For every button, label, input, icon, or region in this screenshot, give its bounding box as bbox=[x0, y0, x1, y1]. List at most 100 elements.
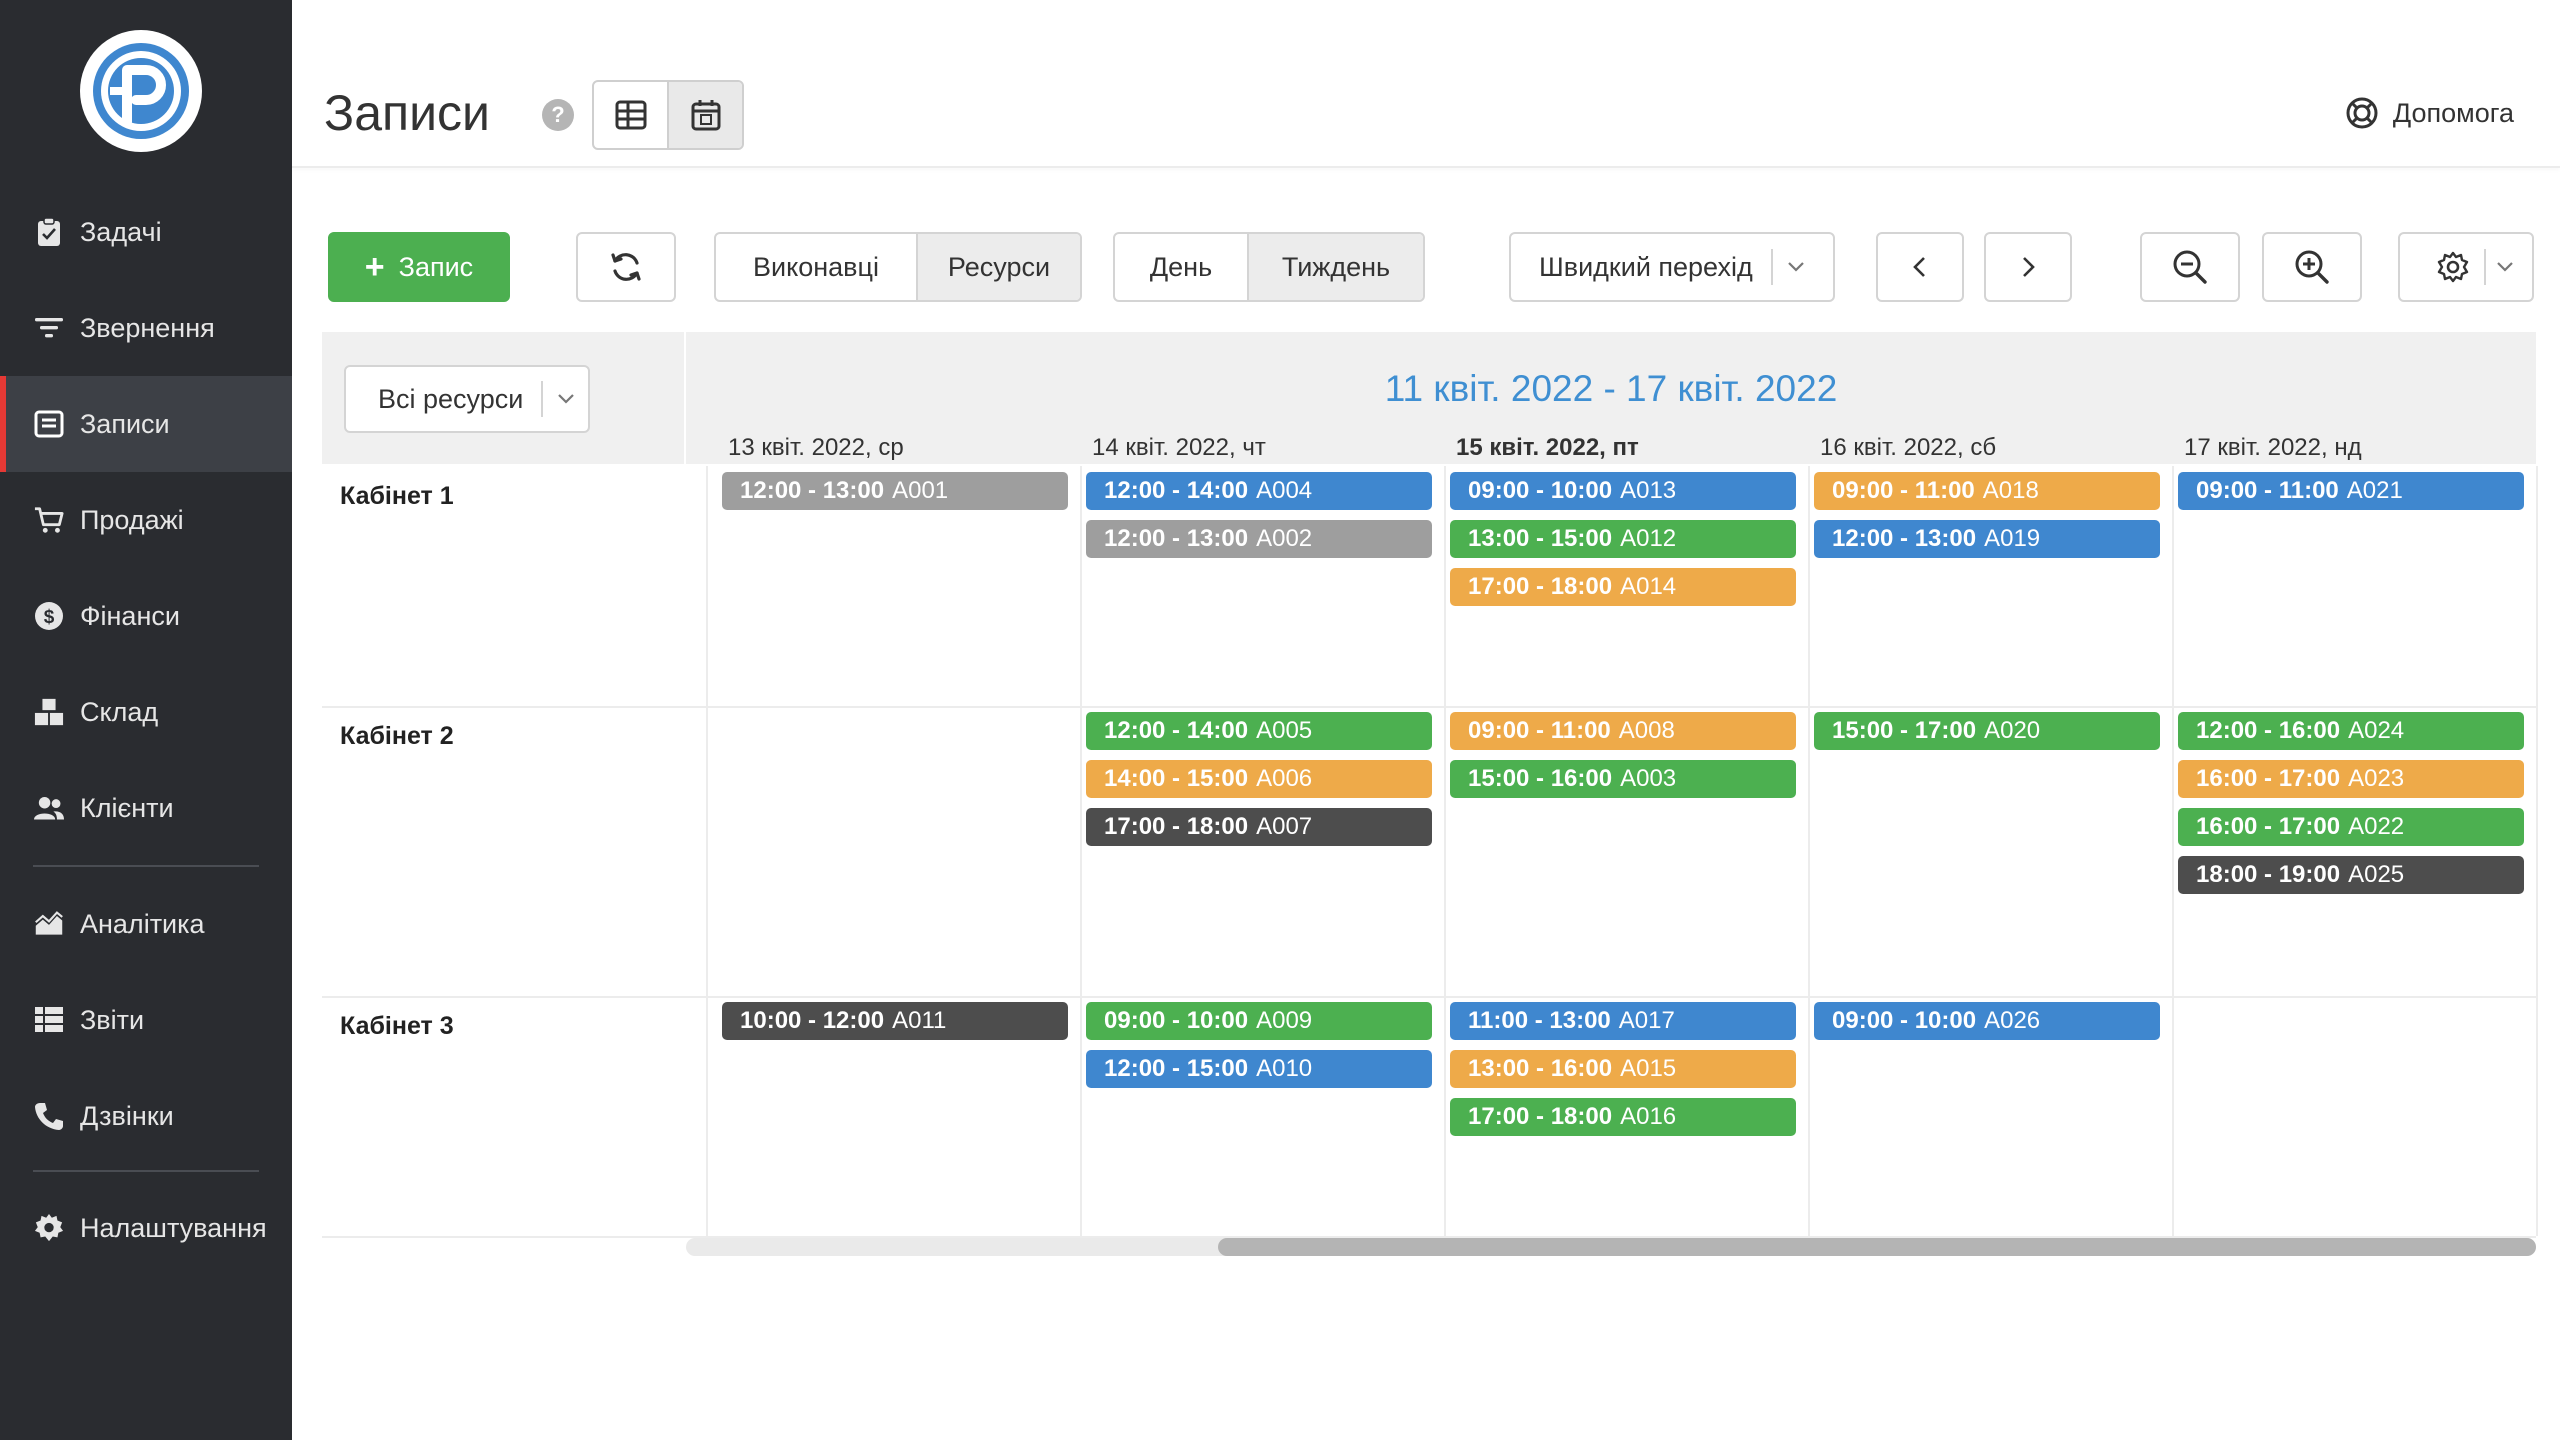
view-toggle bbox=[592, 80, 744, 150]
appointment-event[interactable]: 12:00 - 14:00 A004 bbox=[1086, 472, 1432, 510]
appointment-event[interactable]: 16:00 - 17:00 A022 bbox=[2178, 808, 2524, 846]
performers-tab[interactable]: Виконавці bbox=[716, 234, 916, 300]
event-id: A001 bbox=[892, 477, 949, 504]
appointment-event[interactable]: 13:00 - 15:00 A012 bbox=[1450, 520, 1796, 558]
appointment-event[interactable]: 12:00 - 15:00 A010 bbox=[1086, 1050, 1432, 1088]
chevron-down-icon bbox=[558, 394, 575, 404]
event-time: 17:00 - 18:00 bbox=[1104, 813, 1249, 840]
appointment-event[interactable]: 15:00 - 16:00 A003 bbox=[1450, 760, 1796, 798]
gear-icon bbox=[34, 1213, 64, 1243]
sidebar-item-3[interactable]: Продажі bbox=[0, 472, 292, 568]
sidebar-item-1[interactable]: Звернення bbox=[0, 280, 292, 376]
appointment-event[interactable]: 11:00 - 13:00 A017 bbox=[1450, 1002, 1796, 1040]
appointment-event[interactable]: 17:00 - 18:00 A014 bbox=[1450, 568, 1796, 606]
day-column-header[interactable]: 14 квіт. 2022, чт bbox=[1092, 434, 1266, 462]
column-divider bbox=[706, 466, 708, 1236]
appointment-event[interactable]: 09:00 - 10:00 A009 bbox=[1086, 1002, 1432, 1040]
appointment-event[interactable]: 16:00 - 17:00 A023 bbox=[2178, 760, 2524, 798]
event-id: A010 bbox=[1256, 1055, 1313, 1082]
event-id: A015 bbox=[1620, 1055, 1677, 1082]
resource-filter-dropdown[interactable]: Всі ресурси bbox=[344, 365, 590, 433]
event-id: A020 bbox=[1984, 717, 2041, 744]
quick-jump-dropdown[interactable]: Швидкий перехід bbox=[1509, 232, 1835, 302]
column-divider bbox=[2536, 466, 2538, 1236]
appointment-event[interactable]: 12:00 - 13:00 A002 bbox=[1086, 520, 1432, 558]
appointment-event[interactable]: 12:00 - 13:00 A001 bbox=[722, 472, 1068, 510]
help-link[interactable]: Допомога bbox=[2345, 96, 2514, 130]
zoom-out-icon bbox=[2173, 250, 2207, 284]
sidebar-item-2[interactable]: Записи bbox=[0, 376, 292, 472]
event-time: 15:00 - 17:00 bbox=[1832, 717, 1977, 744]
sidebar-item-label: Продажі bbox=[80, 504, 184, 535]
column-divider bbox=[1080, 466, 1082, 1236]
day-column-header[interactable]: 16 квіт. 2022, сб bbox=[1820, 434, 1996, 462]
zoom-in-button[interactable] bbox=[2262, 232, 2362, 302]
event-time: 12:00 - 13:00 bbox=[1104, 525, 1249, 552]
horizontal-scrollbar-thumb[interactable] bbox=[1218, 1238, 2536, 1256]
add-record-button[interactable]: + Запис bbox=[328, 232, 510, 302]
event-id: A016 bbox=[1620, 1103, 1677, 1130]
settings-dropdown[interactable] bbox=[2398, 232, 2534, 302]
event-id: A025 bbox=[2348, 861, 2405, 888]
day-column-header[interactable]: 15 квіт. 2022, пт bbox=[1456, 434, 1639, 462]
column-divider bbox=[2172, 466, 2174, 1236]
add-record-label: Запис bbox=[398, 251, 474, 282]
event-time: 14:00 - 15:00 bbox=[1104, 765, 1249, 792]
event-time: 10:00 - 12:00 bbox=[740, 1007, 885, 1034]
sidebar-item-label: Клієнти bbox=[80, 792, 174, 823]
sidebar-item-6[interactable]: Клієнти bbox=[0, 760, 292, 856]
refresh-button[interactable] bbox=[576, 232, 676, 302]
appointment-event[interactable]: 09:00 - 11:00 A008 bbox=[1450, 712, 1796, 750]
sidebar-item-7[interactable]: Аналітика bbox=[0, 876, 292, 972]
next-period-button[interactable] bbox=[1984, 232, 2072, 302]
event-id: A023 bbox=[2348, 765, 2405, 792]
column-divider bbox=[1808, 466, 1810, 1236]
sidebar-item-8[interactable]: Звіти bbox=[0, 972, 292, 1068]
appointment-event[interactable]: 15:00 - 17:00 A020 bbox=[1814, 712, 2160, 750]
zoom-out-button[interactable] bbox=[2140, 232, 2240, 302]
sidebar-item-4[interactable]: $ Фінанси bbox=[0, 568, 292, 664]
appointment-event[interactable]: 09:00 - 10:00 A026 bbox=[1814, 1002, 2160, 1040]
appointment-event[interactable]: 09:00 - 11:00 A018 bbox=[1814, 472, 2160, 510]
sidebar-item-0[interactable]: Задачі bbox=[0, 184, 292, 280]
resource-row-label: Кабінет 2 bbox=[340, 722, 454, 750]
appointment-event[interactable]: 09:00 - 11:00 A021 bbox=[2178, 472, 2524, 510]
event-time: 12:00 - 14:00 bbox=[1104, 717, 1249, 744]
event-id: A024 bbox=[2348, 717, 2405, 744]
quick-jump-label: Швидкий перехід bbox=[1539, 251, 1753, 282]
help-question-icon[interactable]: ? bbox=[542, 99, 574, 131]
event-time: 12:00 - 13:00 bbox=[1832, 525, 1977, 552]
resources-tab[interactable]: Ресурси bbox=[916, 234, 1080, 300]
date-range-title: 11 квіт. 2022 - 17 квіт. 2022 bbox=[1384, 368, 1838, 409]
event-time: 17:00 - 18:00 bbox=[1468, 1103, 1613, 1130]
event-id: A003 bbox=[1620, 765, 1677, 792]
sidebar-item-10[interactable]: Налаштування bbox=[0, 1180, 292, 1276]
sidebar-item-5[interactable]: Склад bbox=[0, 664, 292, 760]
gear-icon bbox=[2437, 251, 2469, 283]
appointment-event[interactable]: 18:00 - 19:00 A025 bbox=[2178, 856, 2524, 894]
day-column-header[interactable]: 13 квіт. 2022, ср bbox=[728, 434, 904, 462]
calendar-view-button[interactable] bbox=[667, 82, 742, 148]
appointment-event[interactable]: 17:00 - 18:00 A007 bbox=[1086, 808, 1432, 846]
table-view-button[interactable] bbox=[594, 82, 667, 148]
sidebar-item-9[interactable]: Дзвінки bbox=[0, 1068, 292, 1164]
week-tab[interactable]: Тиждень bbox=[1247, 234, 1423, 300]
day-tab[interactable]: День bbox=[1115, 234, 1247, 300]
appointment-event[interactable]: 09:00 - 10:00 A013 bbox=[1450, 472, 1796, 510]
appointment-event[interactable]: 10:00 - 12:00 A011 bbox=[722, 1002, 1068, 1040]
appointment-event[interactable]: 12:00 - 13:00 A019 bbox=[1814, 520, 2160, 558]
zoom-in-icon bbox=[2295, 250, 2329, 284]
event-time: 09:00 - 10:00 bbox=[1104, 1007, 1249, 1034]
clipboard-icon bbox=[34, 217, 64, 247]
appointment-event[interactable]: 14:00 - 15:00 A006 bbox=[1086, 760, 1432, 798]
event-time: 12:00 - 16:00 bbox=[2196, 717, 2341, 744]
appointment-event[interactable]: 12:00 - 14:00 A005 bbox=[1086, 712, 1432, 750]
appointment-event[interactable]: 12:00 - 16:00 A024 bbox=[2178, 712, 2524, 750]
appointment-event[interactable]: 13:00 - 16:00 A015 bbox=[1450, 1050, 1796, 1088]
app-logo[interactable] bbox=[80, 30, 202, 152]
day-column-header[interactable]: 17 квіт. 2022, нд bbox=[2184, 434, 2362, 462]
prev-period-button[interactable] bbox=[1876, 232, 1964, 302]
sidebar-divider bbox=[33, 865, 259, 867]
appointment-event[interactable]: 17:00 - 18:00 A016 bbox=[1450, 1098, 1796, 1136]
event-id: A022 bbox=[2348, 813, 2405, 840]
